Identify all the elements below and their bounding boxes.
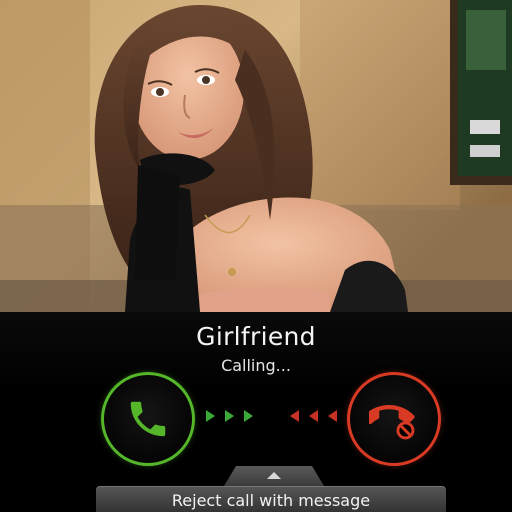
phone-decline-icon	[369, 405, 415, 440]
reject-with-message-label: Reject call with message	[171, 491, 371, 510]
phone-answer-icon	[130, 401, 166, 437]
call-status: Calling...	[221, 356, 291, 375]
swipe-to-answer-arrows	[206, 410, 259, 426]
swipe-to-decline-arrows	[290, 410, 343, 426]
incoming-call-panel: Girlfriend Calling... Reject call with m…	[0, 312, 512, 512]
reject-with-message-button[interactable]: Reject call with message	[96, 486, 446, 512]
decline-call-button[interactable]	[347, 372, 441, 466]
caller-name: Girlfriend	[196, 322, 316, 351]
caller-photo	[0, 0, 512, 312]
chevron-up-icon	[267, 472, 281, 479]
answer-call-button[interactable]	[101, 372, 195, 466]
